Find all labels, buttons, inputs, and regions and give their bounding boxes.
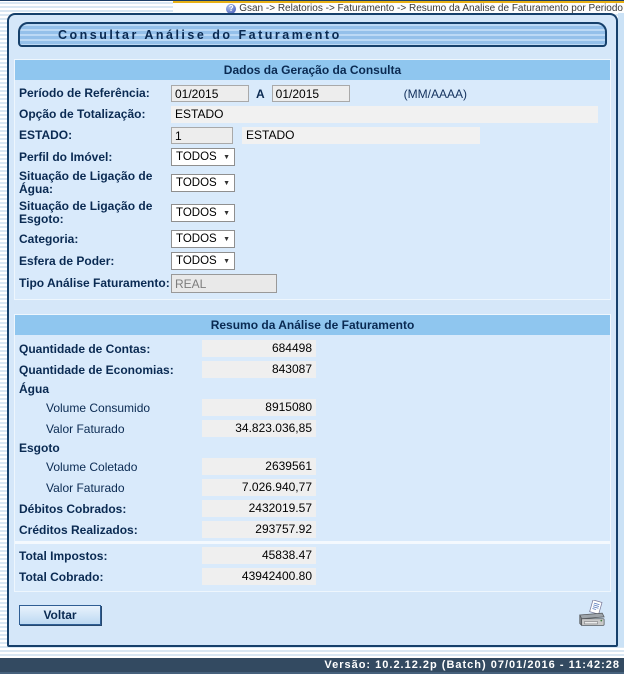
estado-label: ESTADO: [19,129,171,142]
profile-label: Perfil do Imóvel: [19,151,171,164]
summary-label: Volume Coletado [19,460,202,474]
summary-value: 8915080 [202,399,316,416]
summary-label: Total Cobrado: [19,570,202,584]
summary-value: 2639561 [202,458,316,475]
summary-label: Créditos Realizados: [19,523,202,537]
water-connection-row: Situação de Ligação de Água: TODOS ▼ [15,168,610,198]
page-title: Consultar Análise do Faturamento [58,28,342,42]
summary-value: 45838.47 [202,547,316,564]
summary-value: 34.823.036,85 [202,420,316,437]
chevron-down-icon: ▼ [223,236,230,243]
help-icon[interactable]: ? [226,4,236,14]
summary-value: 2432019.57 [202,500,316,517]
totalization-row: Opção de Totalização: ESTADO [15,104,610,125]
summary-section-body: Quantidade de Contas: 684498 Quantidade … [15,335,610,591]
version-text: Versão: 10.2.12.2p (Batch) 07/01/2016 - … [324,659,620,671]
summary-label: Quantidade de Contas: [19,342,202,356]
totalization-label: Opção de Totalização: [19,108,171,121]
chevron-down-icon: ▼ [223,180,230,187]
summary-row-credits: Créditos Realizados: 293757.92 [15,519,610,540]
category-row: Categoria: TODOS ▼ [15,228,610,250]
chevron-down-icon: ▼ [223,210,230,217]
profile-row: Perfil do Imóvel: TODOS ▼ [15,146,610,168]
estado-row: ESTADO: ESTADO [15,125,610,146]
summary-row-water-billed: Valor Faturado 34.823.036,85 [15,418,610,439]
version-bar: Versão: 10.2.12.2p (Batch) 07/01/2016 - … [0,658,624,674]
summary-group-sewage: Esgoto [15,439,610,456]
summary-label: Valor Faturado [19,481,202,495]
category-select-value: TODOS [176,233,217,245]
category-label: Categoria: [19,233,171,246]
summary-row-accounts: Quantidade de Contas: 684498 [15,338,610,359]
summary-row-total-charged: Total Cobrado: 43942400.80 [15,566,610,587]
summary-value: 43942400.80 [202,568,316,585]
printer-icon [580,600,604,625]
power-sphere-select-value: TODOS [176,255,217,267]
actions-row: Voltar [19,600,606,630]
chevron-down-icon: ▼ [223,154,230,161]
summary-row-sewage-volume: Volume Coletado 2639561 [15,456,610,477]
right-gutter [618,13,624,647]
estado-code-input[interactable] [171,127,233,144]
summary-group-water: Água [15,380,610,397]
print-button[interactable] [576,600,606,630]
summary-label: Total Impostos: [19,549,202,563]
query-section-body: Período de Referência: A (MM/AAAA) Opção… [15,80,610,299]
summary-value: 843087 [202,361,316,378]
category-select[interactable]: TODOS ▼ [171,230,235,248]
summary-row-debits: Débitos Cobrados: 2432019.57 [15,498,610,519]
query-section-header: Dados da Geração da Consulta [15,60,610,80]
summary-label: Débitos Cobrados: [19,502,202,516]
summary-value: 293757.92 [202,521,316,538]
sewer-connection-label: Situação de Ligação de Esgoto: [19,200,171,226]
summary-row-sewage-billed: Valor Faturado 7.026.940,77 [15,477,610,498]
profile-select-value: TODOS [176,151,217,163]
summary-section: Resumo da Análise de Faturamento Quantid… [14,314,611,592]
water-connection-select-value: TODOS [176,177,217,189]
summary-label: Valor Faturado [19,422,202,436]
water-connection-select[interactable]: TODOS ▼ [171,174,235,192]
period-label: Período de Referência: [19,87,171,100]
sewer-connection-select-value: TODOS [176,207,217,219]
period-row: Período de Referência: A (MM/AAAA) [15,83,610,104]
summary-row-economies: Quantidade de Economias: 843087 [15,359,610,380]
summary-row-taxes: Total Impostos: 45838.47 [15,545,610,566]
period-from-input[interactable] [171,85,249,102]
sewer-connection-select[interactable]: TODOS ▼ [171,204,235,222]
voltar-button[interactable]: Voltar [19,605,101,625]
period-format-hint: (MM/AAAA) [404,87,467,101]
analysis-type-row: Tipo Análise Faturamento: [15,272,610,295]
summary-row-water-volume: Volume Consumido 8915080 [15,397,610,418]
summary-divider [15,541,610,544]
summary-value: 684498 [202,340,316,357]
power-sphere-label: Esfera de Poder: [19,255,171,268]
analysis-type-input [171,274,277,293]
analysis-type-label: Tipo Análise Faturamento: [19,277,171,290]
summary-value: 7.026.940,77 [202,479,316,496]
page-frame: Consultar Análise do Faturamento Dados d… [7,13,618,647]
summary-label: Volume Consumido [19,401,202,415]
power-sphere-select[interactable]: TODOS ▼ [171,252,235,270]
sewer-connection-row: Situação de Ligação de Esgoto: TODOS ▼ [15,198,610,228]
chevron-down-icon: ▼ [223,258,230,265]
water-connection-label: Situação de Ligação de Água: [19,170,171,196]
summary-label: Quantidade de Economias: [19,363,202,377]
period-to-input[interactable] [272,85,350,102]
period-connector: A [256,87,265,101]
power-sphere-row: Esfera de Poder: TODOS ▼ [15,250,610,272]
page-title-bar: Consultar Análise do Faturamento [18,22,607,47]
section-gap [9,300,616,314]
estado-name-field: ESTADO [242,127,480,144]
query-section: Dados da Geração da Consulta Período de … [14,59,611,300]
summary-section-header: Resumo da Análise de Faturamento [15,315,610,335]
profile-select[interactable]: TODOS ▼ [171,148,235,166]
totalization-value-field: ESTADO [171,106,598,123]
